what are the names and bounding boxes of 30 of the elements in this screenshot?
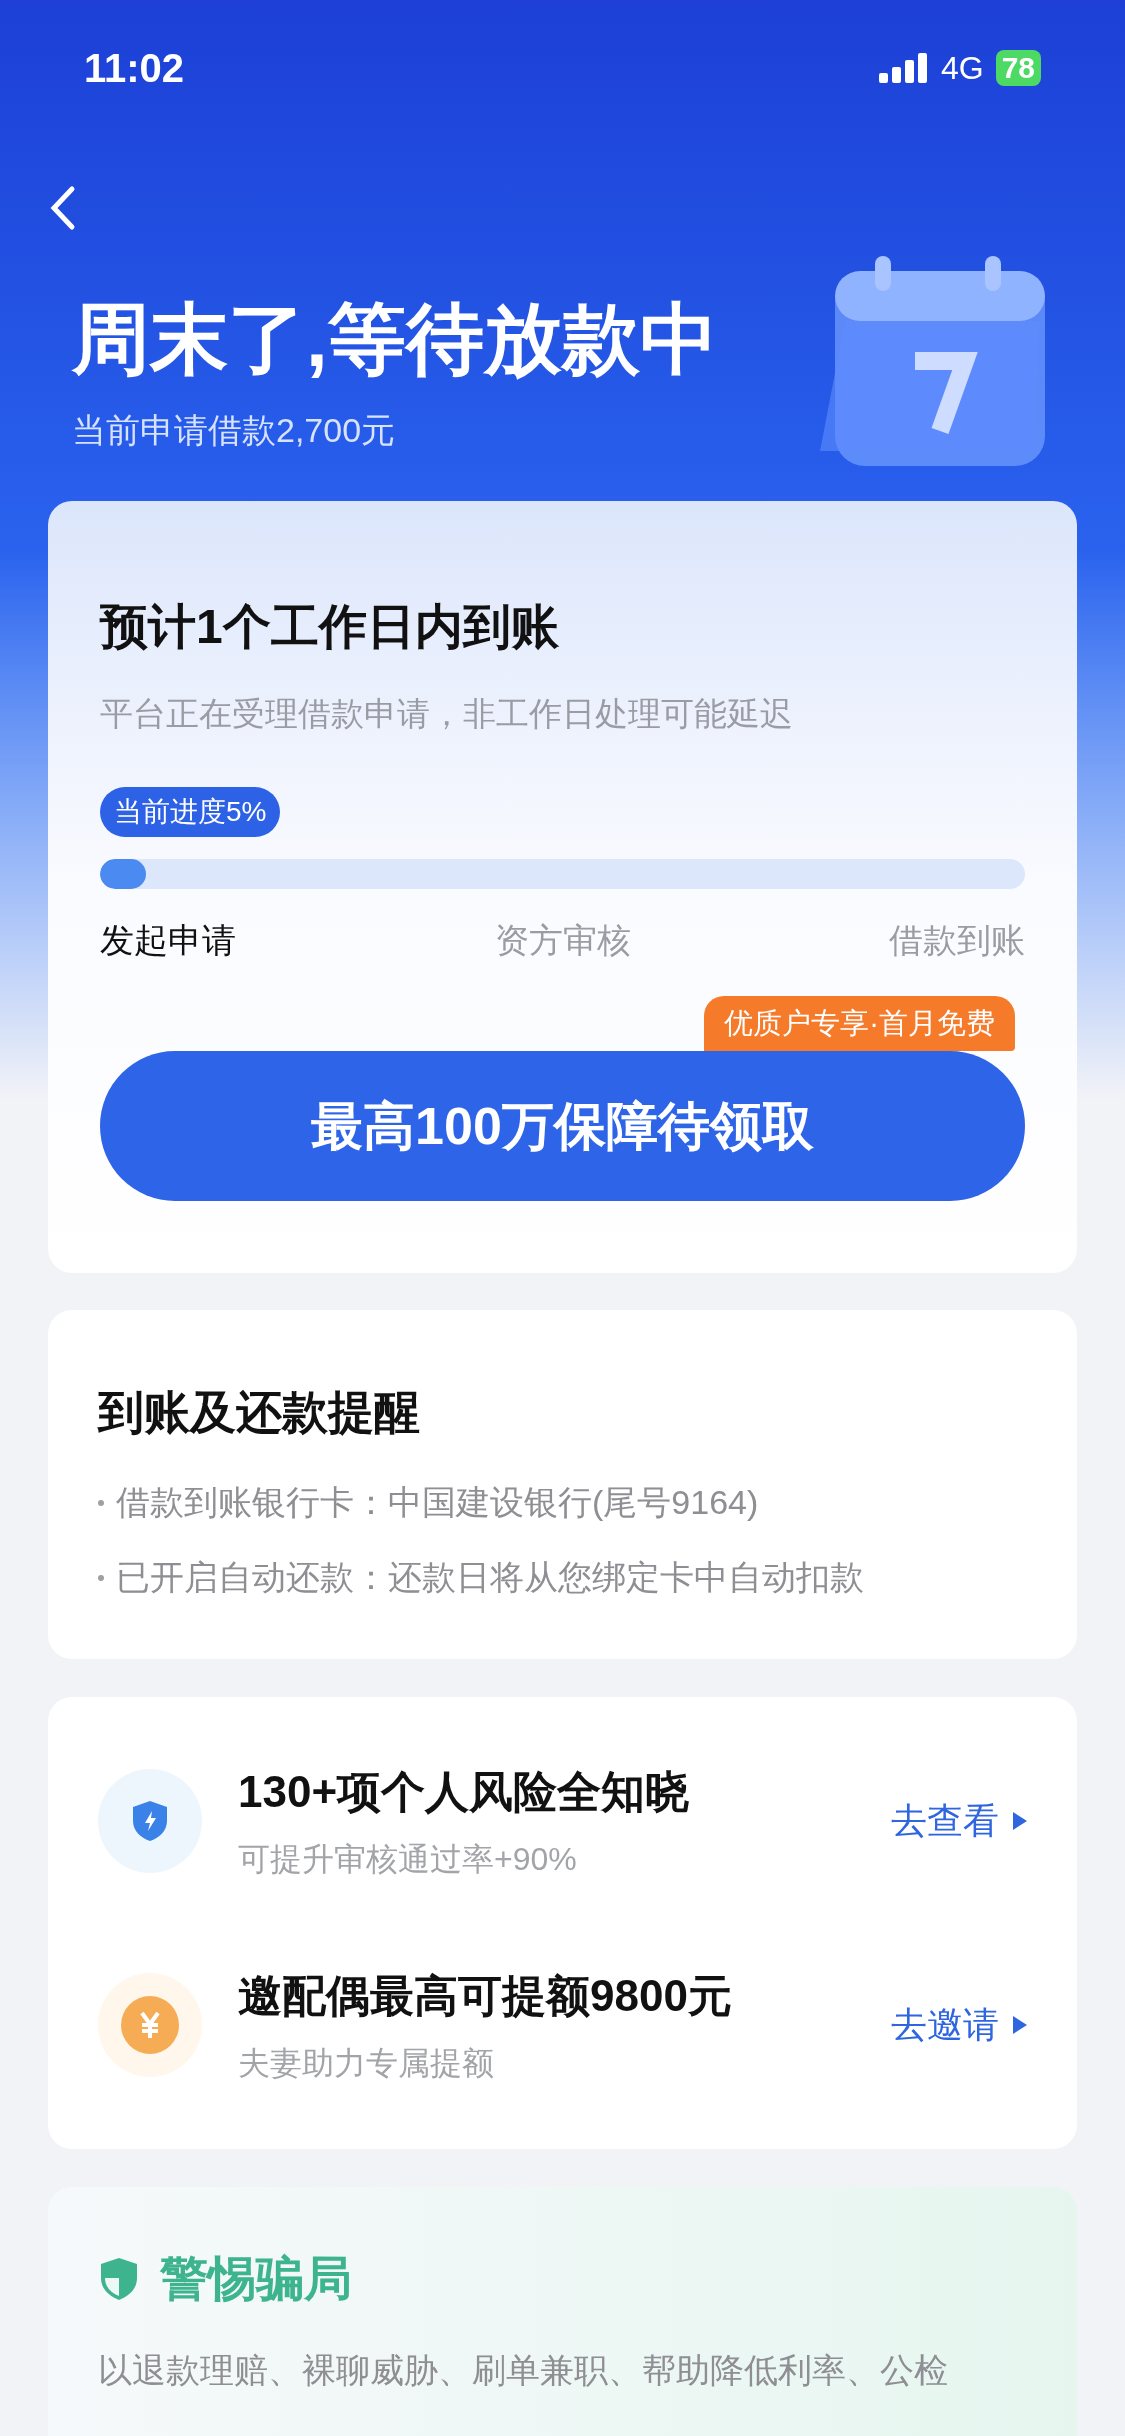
shield-icon xyxy=(98,2256,140,2302)
promo-tag: 优质户专享·首月免费 xyxy=(704,995,1015,1051)
bullet-icon xyxy=(98,1574,104,1581)
offer-link[interactable]: 去邀请 xyxy=(891,1998,1027,2052)
stage-label: 资方审核 xyxy=(494,919,631,961)
status-time: 11:02 xyxy=(84,44,185,92)
triangle-icon xyxy=(1013,2016,1027,2034)
battery-level: 78 xyxy=(995,49,1041,86)
offer-link[interactable]: 去查看 xyxy=(891,1794,1027,1848)
card-title: 预计1个工作日内到账 xyxy=(100,599,560,655)
reminder-text: 已开启自动还款：还款日将从您绑定卡中自动扣款 xyxy=(116,1557,864,1598)
offer-subtitle: 夫妻助力专属提额 xyxy=(238,2044,495,2083)
card-title: 到账及还款提醒 xyxy=(98,1385,421,1440)
reminder-text: 借款到账银行卡：中国建设银行(尾号9164) xyxy=(116,1482,759,1523)
stage-label: 借款到账 xyxy=(889,919,1025,961)
fraud-title: 警惕骗局 xyxy=(160,2251,352,2307)
card-description: 平台正在受理借款申请，非工作日处理可能延迟 xyxy=(100,694,794,734)
page-title: 周末了,等待放款中 xyxy=(72,294,718,385)
fraud-text: 以退款理赔、裸聊威胁、刷单兼职、帮助降低利率、公检 xyxy=(98,2350,949,2391)
offer-title: 130+项个人风险全知晓 xyxy=(238,1766,691,1818)
offer-title: 邀配偶最高可提额9800元 xyxy=(238,1970,733,2022)
network-label: 4G xyxy=(940,48,984,88)
bullet-icon xyxy=(98,1499,104,1506)
offer-subtitle: 可提升审核通过率+90% xyxy=(238,1840,578,1879)
stage-label: 发起申请 xyxy=(100,919,236,961)
progress-badge: 当前进度5% xyxy=(100,786,281,837)
loan-amount: 当前申请借款2,700元 xyxy=(72,410,397,451)
claim-button[interactable]: 最高100万保障待领取 xyxy=(100,1051,1025,1201)
triangle-icon xyxy=(1013,1812,1027,1830)
signal-icon xyxy=(878,52,929,83)
